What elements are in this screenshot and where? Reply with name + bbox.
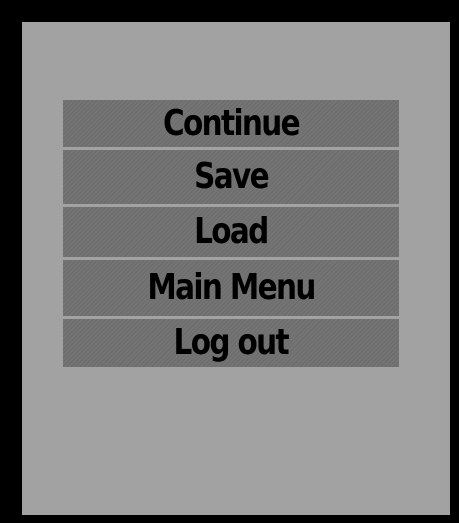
log-out-button-label: Log out <box>173 322 290 363</box>
continue-button-label: Continue <box>162 102 301 144</box>
load-button-label: Load <box>194 211 269 252</box>
main-menu-button[interactable]: Main Menu <box>63 260 399 316</box>
log-out-button[interactable]: Log out <box>63 319 399 367</box>
pause-menu: Continue Save Load Main Menu Log out <box>63 100 399 367</box>
pause-menu-panel: Continue Save Load Main Menu Log out <box>22 22 450 515</box>
main-menu-button-label: Main Menu <box>147 267 316 308</box>
load-button[interactable]: Load <box>63 207 399 257</box>
continue-button[interactable]: Continue <box>63 100 399 147</box>
save-button[interactable]: Save <box>63 150 399 204</box>
save-button-label: Save <box>194 156 270 197</box>
